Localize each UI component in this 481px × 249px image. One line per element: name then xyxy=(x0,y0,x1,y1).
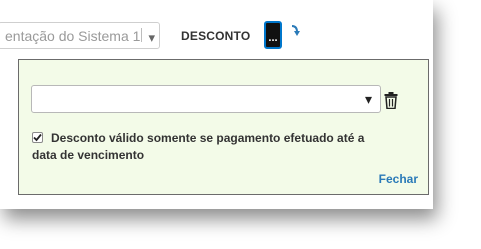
screenshot-stage: entação do Sistema 1 DESCONTO ... xyxy=(0,0,481,249)
chevron-down-icon xyxy=(365,91,372,108)
trash-icon[interactable] xyxy=(384,92,398,109)
curved-arrow-down-icon xyxy=(291,25,300,36)
close-link[interactable]: Fechar xyxy=(379,172,418,186)
discount-options-button[interactable]: ... xyxy=(264,21,282,49)
check-icon xyxy=(33,133,42,142)
discount-popover: Desconto válido somente se pagamento efe… xyxy=(18,59,429,195)
background-select[interactable]: entação do Sistema 1 xyxy=(0,22,160,49)
screenshot-frame: entação do Sistema 1 DESCONTO ... xyxy=(0,0,433,209)
valid-until-due-date-label: Desconto válido somente se pagamento efe… xyxy=(32,131,365,162)
discount-label: DESCONTO xyxy=(181,29,251,43)
discount-select[interactable] xyxy=(31,85,381,113)
select-separator xyxy=(141,28,142,42)
background-select-value: entação do Sistema 1 xyxy=(5,28,141,44)
valid-until-due-date-checkbox[interactable] xyxy=(32,132,43,143)
chevron-down-icon xyxy=(148,30,155,46)
